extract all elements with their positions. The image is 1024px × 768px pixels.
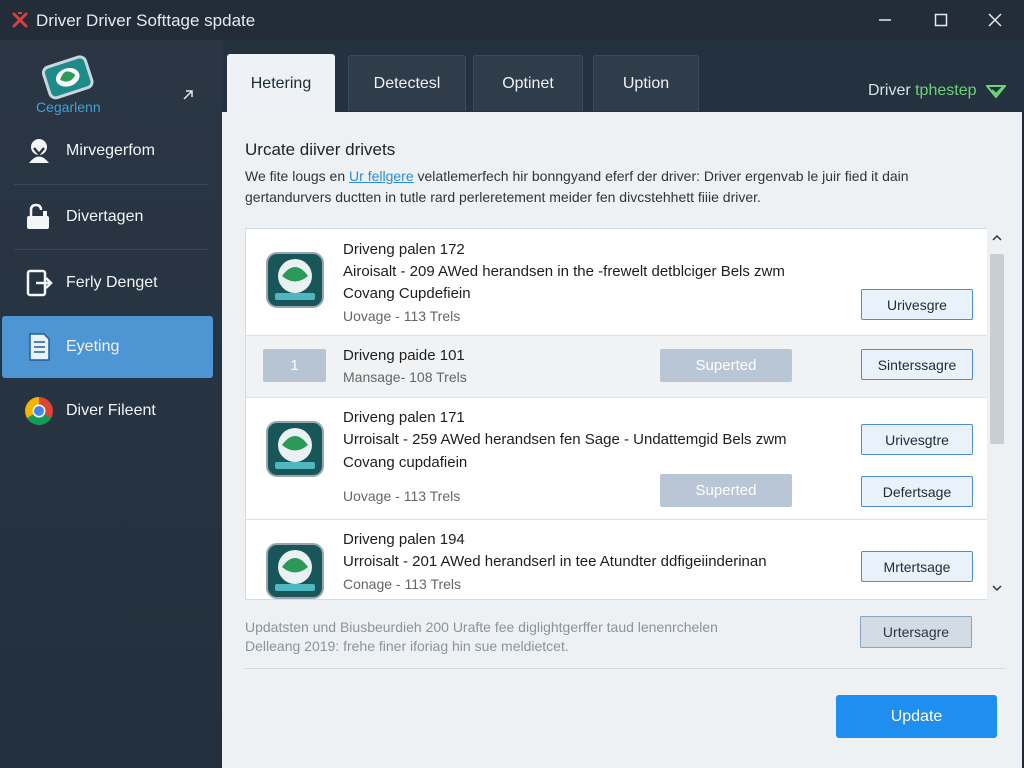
divider xyxy=(14,249,209,250)
sidebar-item-mirvegerfom[interactable]: Mirvegerfom xyxy=(2,120,213,182)
driver-description: Urroisalt - 259 AWed herandsen fen Sage … xyxy=(343,431,787,448)
driver-meta: Conage - 113 Trels xyxy=(343,576,462,592)
list-item: 1 Driveng paide 101 Mansage- 108 Trels S… xyxy=(246,336,988,398)
sidebar-item-divertagen[interactable]: Divertagen xyxy=(2,186,213,248)
driver-icon xyxy=(266,252,324,308)
sidebar-item-ferly-denget[interactable]: Ferly Denget xyxy=(2,252,213,314)
sidebar-item-eyeting[interactable]: Eyeting xyxy=(2,316,213,378)
description: We fite lougs en Ur fellgere velatlemerf… xyxy=(245,166,995,208)
driver-icon xyxy=(266,543,324,599)
chrome-icon xyxy=(25,397,53,425)
driver-meta: Uovage - 113 Trels xyxy=(343,488,461,504)
driver-list: Driveng palen 172 Airoisalt - 209 AWed h… xyxy=(245,228,989,600)
divider xyxy=(245,668,1005,669)
collapse-arrow-icon[interactable] xyxy=(181,88,195,102)
exit-device-icon xyxy=(26,269,53,297)
sidebar-item-label: Mirvegerfom xyxy=(66,142,155,159)
row-action-button[interactable]: Urivesgre xyxy=(861,289,973,320)
footer-action-button[interactable]: Urtersagre xyxy=(860,616,972,648)
tab-strip: Hetering Detectesl Optinet Uption Driver… xyxy=(222,40,1024,112)
list-item: Driveng palen 172 Airoisalt - 209 AWed h… xyxy=(246,229,988,336)
user-shield-icon xyxy=(29,139,49,163)
title-bar: Driver Driver Softtage spdate xyxy=(0,0,1024,40)
driver-step-prefix: Driver xyxy=(868,82,916,99)
description-link[interactable]: Ur fellgere xyxy=(349,168,414,184)
driver-name: Driveng palen 171 xyxy=(343,409,465,426)
sidebar-item-label: Eyeting xyxy=(66,338,120,355)
driver-icon xyxy=(266,421,324,477)
lock-hand-icon xyxy=(27,203,49,229)
footer-note: Updatsten und Biusbeurdieh 200 Urafte fe… xyxy=(245,618,805,656)
driver-name: Driveng palen 172 xyxy=(343,241,465,258)
driver-name: Driveng paide 101 xyxy=(343,347,465,364)
footer-note-line: Updatsten und Biusbeurdieh 200 Urafte fe… xyxy=(245,619,718,635)
maximize-button[interactable] xyxy=(914,0,968,40)
sidebar-item-label: Divertagen xyxy=(66,208,144,225)
tab-optinet[interactable]: Optinet xyxy=(473,55,583,111)
footer-note-line: Delleang 2019: frehe finer iforiag hin s… xyxy=(245,638,569,654)
list-scrollbar[interactable] xyxy=(987,228,1006,600)
minimize-icon xyxy=(879,19,891,21)
row-action-button[interactable]: Urivesgtre xyxy=(861,424,973,455)
tab-detectesl[interactable]: Detectesl xyxy=(348,55,466,111)
page-title: Urcate diiver drivets xyxy=(245,140,396,159)
tab-uption[interactable]: Uption xyxy=(593,55,699,111)
row-action-button[interactable]: Sinterssagre xyxy=(861,349,973,380)
driver-description: Covang Cupdefiein xyxy=(343,285,471,302)
close-icon xyxy=(988,13,1002,27)
status-badge: Superted xyxy=(660,474,792,507)
sidebar: Cegarlenn Mirvegerfom Divertagen Ferly D… xyxy=(0,40,222,768)
driver-description: Urroisalt - 201 AWed herandserl in tee A… xyxy=(343,553,767,570)
list-item: Driveng palen 171 Urroisalt - 259 AWed h… xyxy=(246,398,988,520)
red-x-icon xyxy=(12,12,28,28)
sidebar-item-diver-fileent[interactable]: Diver Fileent xyxy=(2,380,213,442)
update-button[interactable]: Update xyxy=(836,695,997,738)
driver-step-link[interactable]: Driver tphestep xyxy=(868,82,977,100)
chevron-down-icon[interactable] xyxy=(991,582,1003,594)
maximize-icon xyxy=(934,13,948,27)
chevron-up-icon[interactable] xyxy=(991,232,1003,244)
brand-label: Cegarlenn xyxy=(36,99,101,115)
green-arrow-icon xyxy=(986,85,1006,98)
sidebar-item-label: Diver Fileent xyxy=(66,402,156,419)
driver-meta: Uovage - 113 Trels xyxy=(343,308,461,324)
driver-logo-icon xyxy=(41,55,94,100)
sidebar-item-label: Ferly Denget xyxy=(66,274,158,291)
tab-hetering[interactable]: Hetering xyxy=(227,54,335,112)
scrollbar-thumb[interactable] xyxy=(990,254,1004,444)
driver-step-accent: tphestep xyxy=(915,82,977,99)
minimize-button[interactable] xyxy=(858,0,912,40)
driver-name: Driveng palen 194 xyxy=(343,531,465,548)
description-text: We fite lougs en xyxy=(245,168,350,184)
document-icon xyxy=(29,333,50,361)
main-panel: Urcate diiver drivets We fite lougs en U… xyxy=(222,112,1022,768)
list-item: Driveng palen 194 Urroisalt - 201 AWed h… xyxy=(246,520,988,599)
close-button[interactable] xyxy=(968,0,1022,40)
status-badge: Superted xyxy=(660,349,792,382)
divider xyxy=(14,184,209,185)
row-action-button[interactable]: Defertsage xyxy=(861,476,973,507)
driver-description: Airoisalt - 209 AWed herandsen in the -f… xyxy=(343,263,785,280)
row-number: 1 xyxy=(263,349,326,382)
driver-meta: Mansage- 108 Trels xyxy=(343,369,467,385)
driver-description: Covang cupdafiein xyxy=(343,454,468,471)
window-title: Driver Driver Softtage spdate xyxy=(36,11,256,30)
row-action-button[interactable]: Mrtertsage xyxy=(861,551,973,582)
